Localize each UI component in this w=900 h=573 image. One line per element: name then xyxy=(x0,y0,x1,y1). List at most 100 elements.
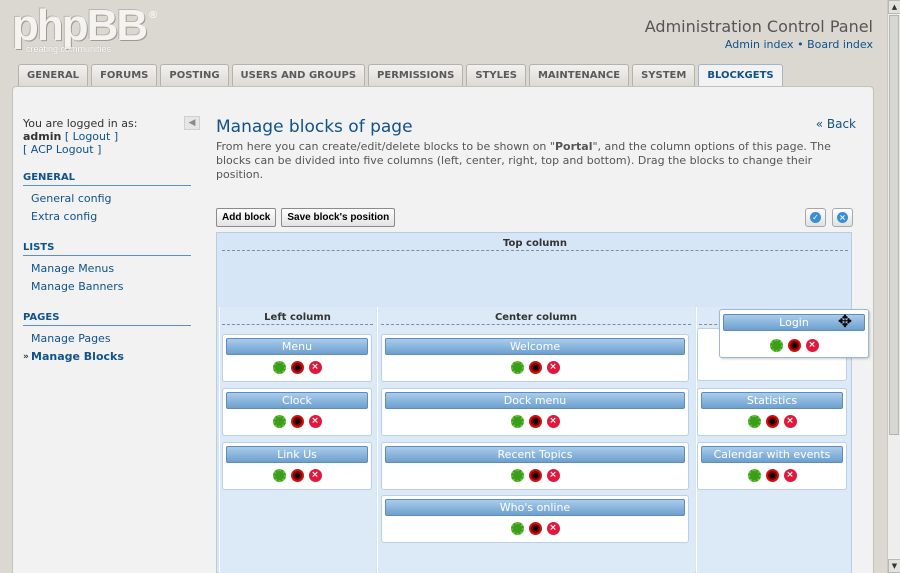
move-cursor-icon: ✥ xyxy=(837,312,853,332)
block-title[interactable]: Who's online xyxy=(385,499,685,516)
logged-in-label: You are logged in as: xyxy=(23,117,138,130)
block-dock-menu[interactable]: Dock menu × xyxy=(381,388,689,436)
block-clock[interactable]: Clock × xyxy=(222,388,372,436)
block-menu[interactable]: Menu × xyxy=(222,334,372,382)
collapse-sidebar-icon[interactable]: ◀ xyxy=(184,116,200,130)
cancel-button[interactable]: × xyxy=(832,208,853,227)
check-icon: ✓ xyxy=(810,212,821,223)
scroll-thumb[interactable] xyxy=(889,15,899,435)
gear-icon[interactable] xyxy=(747,469,761,482)
sidebar-heading: LISTS xyxy=(23,242,191,256)
sidebar-item-manage-menus[interactable]: Manage Menus xyxy=(23,260,191,278)
gear-icon[interactable] xyxy=(510,522,524,535)
top-links: Admin index • Board index xyxy=(725,38,873,51)
delete-icon[interactable]: × xyxy=(805,339,819,352)
delete-icon[interactable]: × xyxy=(546,469,560,482)
stop-icon[interactable] xyxy=(765,469,779,482)
login-info: You are logged in as: admin [ Logout ] [… xyxy=(23,117,191,156)
delete-icon[interactable]: × xyxy=(308,415,322,428)
block-title[interactable]: Menu xyxy=(226,338,368,355)
sidebar-section-general: GENERAL General config Extra config xyxy=(23,172,191,226)
gear-icon[interactable] xyxy=(747,415,761,428)
vertical-scrollbar[interactable]: ▲ ▼ xyxy=(887,0,900,573)
phpbb-logo: phpBB ® creating communities xyxy=(12,1,158,56)
block-welcome[interactable]: Welcome × xyxy=(381,334,689,382)
sidebar-heading: GENERAL xyxy=(23,172,191,186)
delete-icon[interactable]: × xyxy=(783,469,797,482)
sidebar-item-manage-blocks[interactable]: Manage Blocks xyxy=(23,348,191,366)
stop-icon[interactable] xyxy=(290,361,304,374)
tab-users-and-groups[interactable]: USERS AND GROUPS xyxy=(231,64,366,86)
acp-logout-link[interactable]: [ ACP Logout ] xyxy=(23,143,101,156)
gear-icon[interactable] xyxy=(272,415,286,428)
add-block-button[interactable]: Add block xyxy=(216,208,277,227)
sidebar-item-manage-banners[interactable]: Manage Banners xyxy=(23,278,191,296)
delete-icon[interactable]: × xyxy=(546,522,560,535)
delete-icon[interactable]: × xyxy=(546,415,560,428)
section-title: Manage blocks of page xyxy=(216,117,413,137)
confirm-button[interactable]: ✓ xyxy=(805,208,826,227)
block-title[interactable]: Calendar with events xyxy=(701,446,843,463)
block-recent-topics[interactable]: Recent Topics × xyxy=(381,442,689,490)
username: admin xyxy=(23,130,62,143)
tab-permissions[interactable]: PERMISSIONS xyxy=(368,64,464,86)
delete-icon[interactable]: × xyxy=(308,361,322,374)
logout-link[interactable]: [ Logout ] xyxy=(65,130,118,143)
top-column-dropzone[interactable] xyxy=(219,253,849,307)
stop-icon[interactable] xyxy=(528,415,542,428)
stop-icon[interactable] xyxy=(528,522,542,535)
gear-icon[interactable] xyxy=(272,361,286,374)
sidebar-item-general-config[interactable]: General config xyxy=(23,190,191,208)
save-positions-button[interactable]: Save block's position xyxy=(281,208,396,227)
link-separator: • xyxy=(797,38,804,51)
sidebar-heading: PAGES xyxy=(23,312,191,326)
block-calendar-with-events[interactable]: Calendar with events × xyxy=(697,442,847,490)
stop-icon[interactable] xyxy=(290,469,304,482)
block-title[interactable]: Dock menu xyxy=(385,392,685,409)
stop-icon[interactable] xyxy=(765,415,779,428)
stop-icon[interactable] xyxy=(290,415,304,428)
logo-word: phpBB xyxy=(12,1,148,50)
scroll-up-icon[interactable]: ▲ xyxy=(888,0,900,14)
intro-text: From here you can create/edit/delete blo… xyxy=(216,140,831,181)
stop-icon[interactable] xyxy=(528,469,542,482)
block-title[interactable]: Recent Topics xyxy=(385,446,685,463)
gear-icon[interactable] xyxy=(510,469,524,482)
center-column-title: Center column xyxy=(381,311,691,325)
block-whos-online[interactable]: Who's online × xyxy=(381,495,689,543)
block-title[interactable]: Link Us xyxy=(226,446,368,463)
stop-icon[interactable] xyxy=(787,339,801,352)
block-title[interactable]: Clock xyxy=(226,392,368,409)
layout-canvas: Top column Left column Center column Men… xyxy=(216,232,852,573)
tab-maintenance[interactable]: MAINTENANCE xyxy=(528,64,630,86)
admin-index-link[interactable]: Admin index xyxy=(725,38,794,51)
gear-icon[interactable] xyxy=(510,361,524,374)
logo-tagline: creating communities xyxy=(26,44,112,54)
gear-icon[interactable] xyxy=(510,415,524,428)
delete-icon[interactable]: × xyxy=(546,361,560,374)
tab-forums[interactable]: FORUMS xyxy=(91,64,158,86)
tab-blockgets[interactable]: BLOCKGETS xyxy=(698,64,783,88)
stop-icon[interactable] xyxy=(528,361,542,374)
gear-icon[interactable] xyxy=(272,469,286,482)
tab-posting[interactable]: POSTING xyxy=(160,64,229,86)
delete-icon[interactable]: × xyxy=(308,469,322,482)
block-link-us[interactable]: Link Us × xyxy=(222,442,372,490)
sidebar-item-extra-config[interactable]: Extra config xyxy=(23,208,191,226)
block-title[interactable]: Statistics xyxy=(701,392,843,409)
sidebar-item-manage-pages[interactable]: Manage Pages xyxy=(23,330,191,348)
sidebar-section-lists: LISTS Manage Menus Manage Banners xyxy=(23,242,191,296)
delete-icon[interactable]: × xyxy=(783,415,797,428)
block-title[interactable]: Welcome xyxy=(385,338,685,355)
board-index-link[interactable]: Board index xyxy=(807,38,873,51)
tab-styles[interactable]: STYLES xyxy=(466,64,526,86)
left-column-title: Left column xyxy=(222,311,373,325)
block-statistics[interactable]: Statistics × xyxy=(697,388,847,436)
logo-reg: ® xyxy=(148,10,158,21)
tab-system[interactable]: SYSTEM xyxy=(632,64,696,86)
action-bar: Add block Save block's position xyxy=(216,208,396,227)
tab-general[interactable]: GENERAL xyxy=(18,64,89,86)
gear-icon[interactable] xyxy=(769,339,783,352)
back-link[interactable]: « Back xyxy=(816,117,856,131)
scroll-down-icon[interactable]: ▼ xyxy=(888,559,900,573)
